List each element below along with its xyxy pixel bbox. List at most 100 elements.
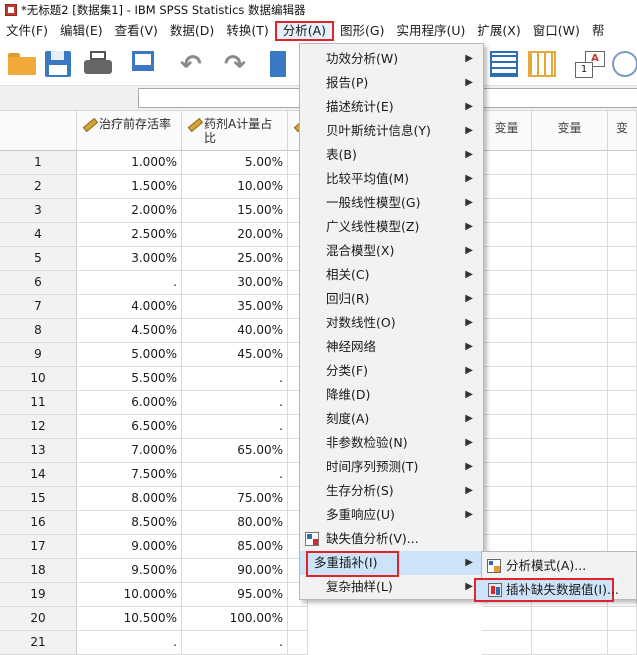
data-cell[interactable]: 1.000% <box>77 151 182 175</box>
recall-dialog-icon[interactable] <box>132 51 158 77</box>
menu-extensions[interactable]: 扩展(X) <box>471 21 526 41</box>
menu-item-multiple-imputation[interactable]: 多重插补(I) ▶ <box>300 551 483 577</box>
menu-item-missing-value-analysis[interactable]: 缺失值分析(V)... <box>300 527 483 551</box>
open-folder-icon[interactable] <box>8 53 36 75</box>
menu-item-bayesian[interactable]: 贝叶斯统计信息(Y) ▶ <box>300 119 483 143</box>
data-cell[interactable] <box>532 367 608 391</box>
data-cell[interactable]: 85.00% <box>182 535 288 559</box>
data-cell[interactable] <box>608 391 637 415</box>
menu-item-complex-samples[interactable]: 复杂抽样(L) ▶ <box>300 575 483 599</box>
data-cell[interactable]: 25.00% <box>182 247 288 271</box>
row-number[interactable]: 9 <box>0 343 77 367</box>
data-cell[interactable] <box>532 439 608 463</box>
row-number[interactable]: 1 <box>0 151 77 175</box>
row-number[interactable]: 4 <box>0 223 77 247</box>
menu-item-nonparametric[interactable]: 非参数检验(N) ▶ <box>300 431 483 455</box>
data-cell[interactable]: 2.500% <box>77 223 182 247</box>
menu-analyze[interactable]: 分析(A) <box>274 21 335 41</box>
data-cell[interactable]: 8.000% <box>77 487 182 511</box>
data-cell[interactable] <box>532 271 608 295</box>
data-cell[interactable] <box>482 367 532 391</box>
column-header-var[interactable]: 变 <box>608 111 637 151</box>
data-cell[interactable] <box>482 343 532 367</box>
data-cell[interactable] <box>532 247 608 271</box>
data-cell[interactable]: 10.00% <box>182 175 288 199</box>
data-cell[interactable]: 6.500% <box>77 415 182 439</box>
data-cell[interactable]: 10.000% <box>77 583 182 607</box>
data-cell[interactable]: 8.500% <box>77 511 182 535</box>
data-cell[interactable] <box>608 295 637 319</box>
data-cell[interactable] <box>482 199 532 223</box>
row-number[interactable]: 8 <box>0 319 77 343</box>
row-number[interactable]: 20 <box>0 607 77 631</box>
data-cell[interactable] <box>482 439 532 463</box>
data-cell[interactable]: 5.00% <box>182 151 288 175</box>
data-cell[interactable]: . <box>77 631 182 655</box>
menu-item-regression[interactable]: 回归(R) ▶ <box>300 287 483 311</box>
menu-item-analyze-patterns[interactable]: 分析模式(A)... <box>482 554 637 578</box>
data-cell[interactable] <box>608 343 637 367</box>
data-cell[interactable]: 65.00% <box>182 439 288 463</box>
print-icon[interactable] <box>84 51 112 77</box>
data-cell[interactable] <box>532 511 608 535</box>
row-number[interactable]: 6 <box>0 271 77 295</box>
data-cell[interactable]: . <box>77 271 182 295</box>
data-cell[interactable] <box>532 175 608 199</box>
data-cell[interactable] <box>608 367 637 391</box>
row-number[interactable]: 15 <box>0 487 77 511</box>
data-cell[interactable] <box>608 511 637 535</box>
column-header-survival[interactable]: 治疗前存活率 <box>77 111 182 151</box>
data-cell[interactable]: 20.00% <box>182 223 288 247</box>
data-cell[interactable] <box>482 223 532 247</box>
menu-view[interactable]: 查看(V) <box>109 21 164 41</box>
data-cell[interactable] <box>532 631 608 655</box>
row-number[interactable]: 10 <box>0 367 77 391</box>
data-cell[interactable] <box>482 295 532 319</box>
data-cell[interactable] <box>608 415 637 439</box>
row-number[interactable]: 3 <box>0 199 77 223</box>
data-cell[interactable]: 4.500% <box>77 319 182 343</box>
data-cell[interactable]: 1.500% <box>77 175 182 199</box>
data-cell[interactable]: 6.000% <box>77 391 182 415</box>
menu-item-correlate[interactable]: 相关(C) ▶ <box>300 263 483 287</box>
data-cell[interactable] <box>608 439 637 463</box>
data-cell[interactable] <box>482 151 532 175</box>
row-number[interactable]: 14 <box>0 463 77 487</box>
data-cell[interactable] <box>532 295 608 319</box>
row-number[interactable]: 18 <box>0 559 77 583</box>
menu-item-descriptive[interactable]: 描述统计(E) ▶ <box>300 95 483 119</box>
row-number[interactable]: 17 <box>0 535 77 559</box>
data-cell[interactable] <box>532 223 608 247</box>
data-cell[interactable] <box>532 415 608 439</box>
data-cell[interactable] <box>482 175 532 199</box>
data-cell[interactable] <box>608 463 637 487</box>
menu-edit[interactable]: 编辑(E) <box>54 21 109 41</box>
data-cell[interactable]: . <box>182 415 288 439</box>
data-cell[interactable]: . <box>182 631 288 655</box>
data-cell[interactable] <box>288 607 308 631</box>
data-cell[interactable]: 9.000% <box>77 535 182 559</box>
data-cell[interactable]: 9.500% <box>77 559 182 583</box>
data-cell[interactable] <box>608 247 637 271</box>
menu-item-forecasting[interactable]: 时间序列预测(T) ▶ <box>300 455 483 479</box>
menu-file[interactable]: 文件(F) <box>0 21 54 41</box>
data-cell[interactable]: 2.000% <box>77 199 182 223</box>
data-cell[interactable]: . <box>182 391 288 415</box>
row-number[interactable]: 5 <box>0 247 77 271</box>
data-cell[interactable]: 40.00% <box>182 319 288 343</box>
row-number[interactable]: 7 <box>0 295 77 319</box>
data-cell[interactable] <box>532 343 608 367</box>
data-cell[interactable] <box>482 631 532 655</box>
menu-item-survival[interactable]: 生存分析(S) ▶ <box>300 479 483 503</box>
data-cell[interactable] <box>608 223 637 247</box>
data-cell[interactable]: 3.000% <box>77 247 182 271</box>
value-labels-icon[interactable]: A 1 <box>575 51 605 79</box>
menu-item-dimension-reduction[interactable]: 降维(D) ▶ <box>300 383 483 407</box>
redo-icon[interactable]: ↷ <box>224 52 252 78</box>
data-cell[interactable]: 10.500% <box>77 607 182 631</box>
menu-item-mixed-models[interactable]: 混合模型(X) ▶ <box>300 239 483 263</box>
row-number[interactable]: 11 <box>0 391 77 415</box>
insert-cases-icon[interactable] <box>490 51 518 77</box>
data-cell[interactable] <box>608 631 637 655</box>
menu-item-glm[interactable]: 一般线性模型(G) ▶ <box>300 191 483 215</box>
